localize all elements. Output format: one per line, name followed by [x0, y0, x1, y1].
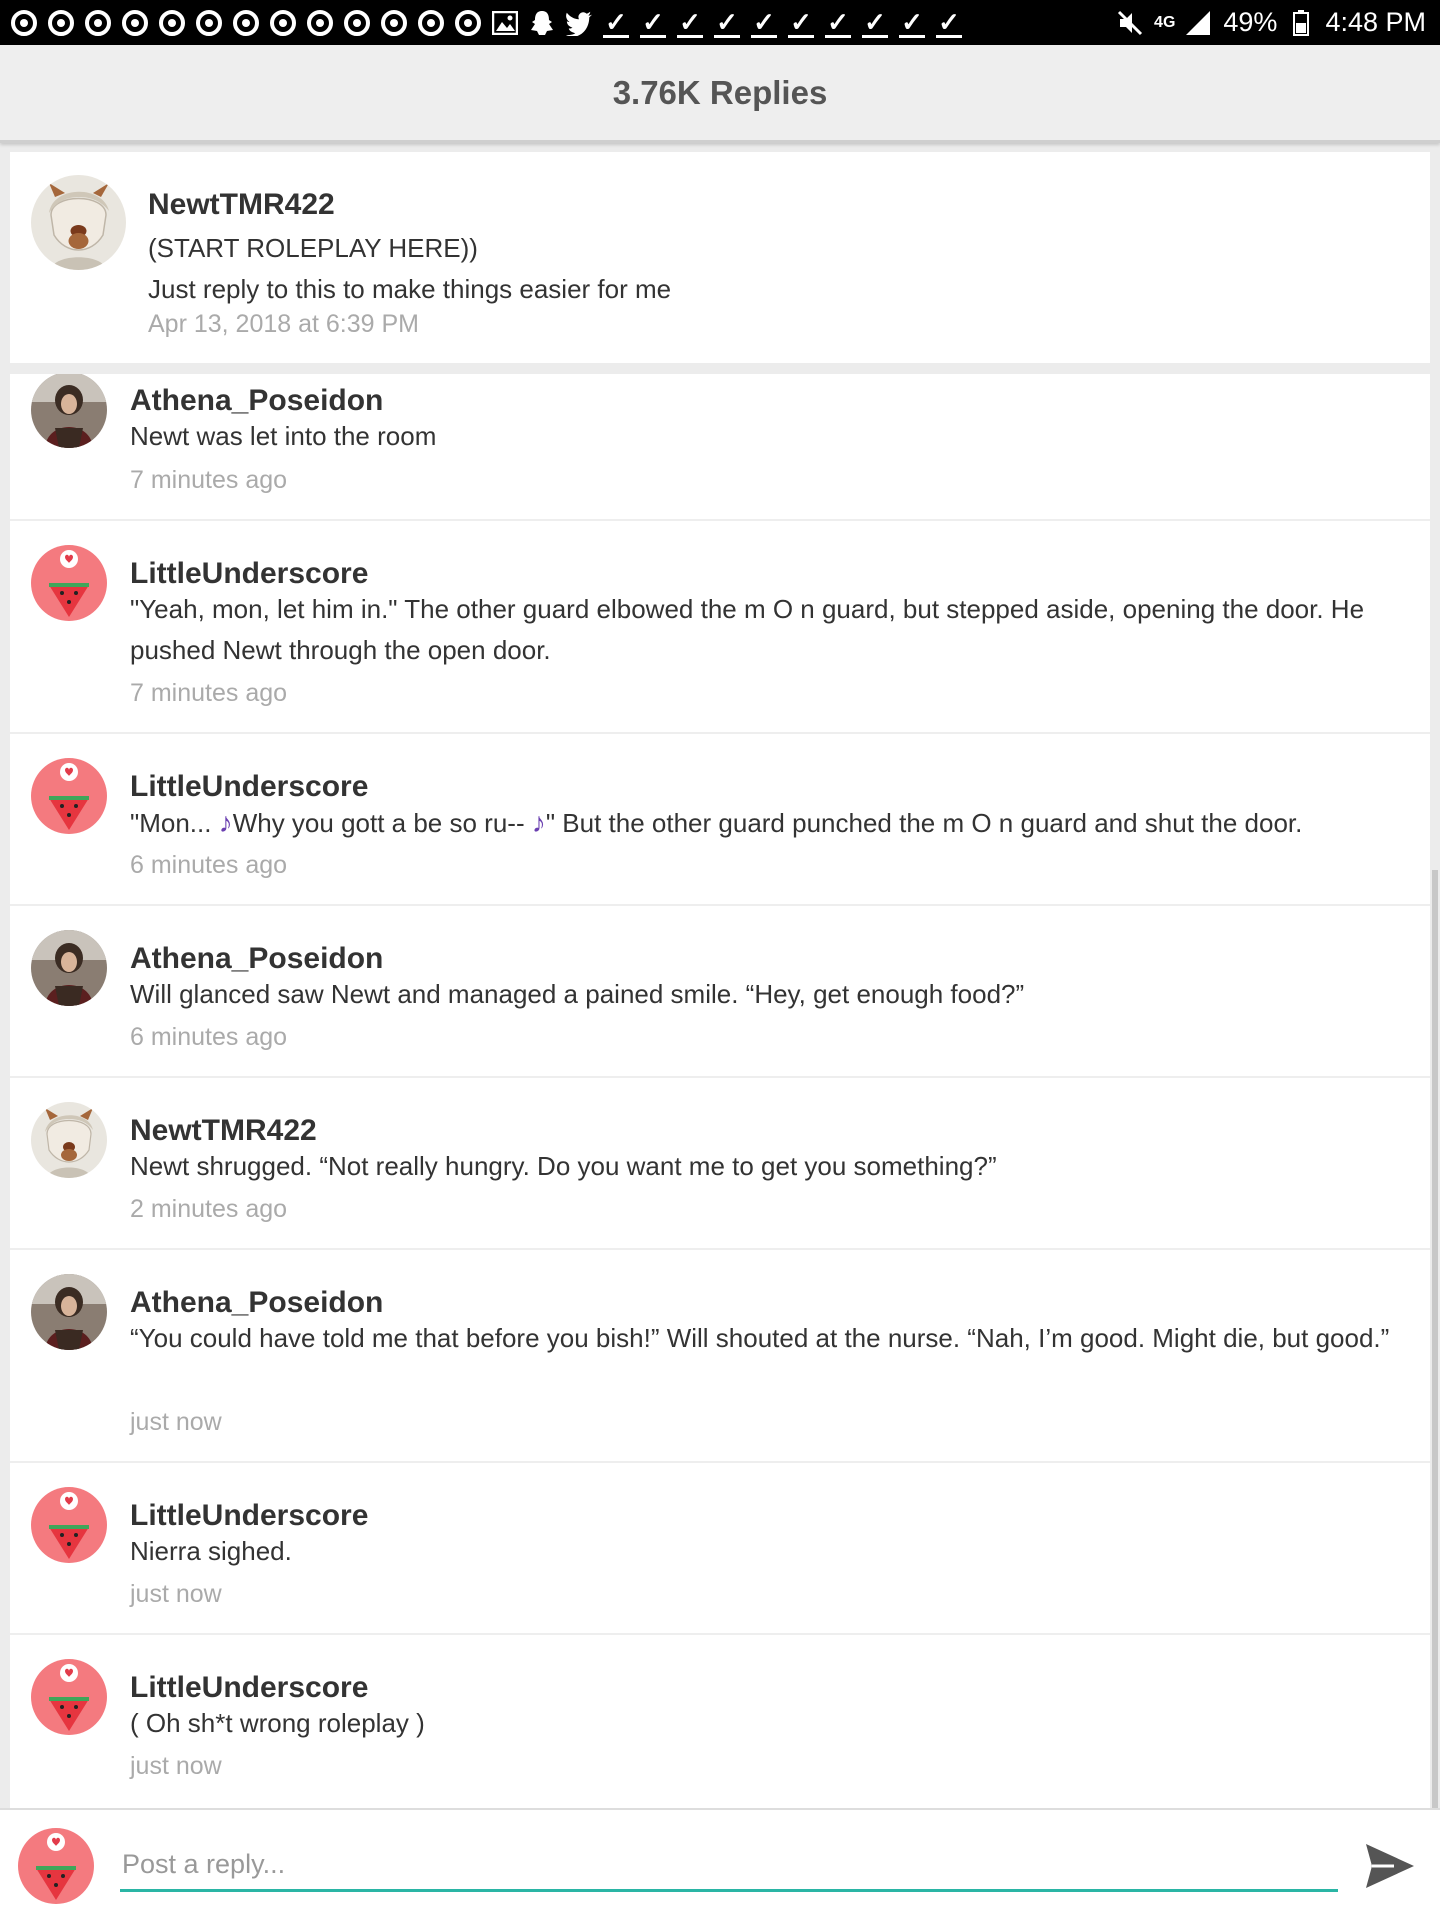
- list-item: LittleUnderscore "Mon... ♪Why you gott a…: [10, 734, 1430, 906]
- reply-input[interactable]: [120, 1840, 1338, 1892]
- chrome-notification-icon: [47, 9, 75, 37]
- original-post: NewtTMR422 (START ROLEPLAY HERE)) Just r…: [10, 152, 1430, 363]
- list-item: Athena_Poseidon Newt was let into the ro…: [10, 374, 1430, 521]
- list-item: LittleUnderscore ( Oh sh*t wrong rolepla…: [10, 1635, 1430, 1807]
- mute-icon: [1116, 9, 1144, 37]
- watermelon-avatar[interactable]: [31, 1659, 107, 1735]
- reply-author[interactable]: LittleUnderscore: [130, 1671, 368, 1705]
- reply-composer: [0, 1808, 1440, 1920]
- athena-avatar[interactable]: [31, 374, 107, 448]
- download-check-icon: ✓: [824, 8, 852, 38]
- reply-author[interactable]: Athena_Poseidon: [130, 942, 383, 976]
- reply-text: ( Oh sh*t wrong roleplay ): [130, 1708, 425, 1738]
- reply-author[interactable]: LittleUnderscore: [130, 557, 368, 591]
- chrome-notification-icon: [232, 9, 260, 37]
- watermelon-avatar[interactable]: [31, 545, 107, 621]
- gallery-icon: [491, 9, 519, 37]
- reply-timestamp: 7 minutes ago: [130, 466, 288, 494]
- download-check-icon: ✓: [713, 8, 741, 38]
- post-author[interactable]: NewtTMR422: [148, 188, 335, 222]
- athena-avatar[interactable]: [31, 930, 107, 1006]
- signal-icon: [1185, 9, 1213, 37]
- chrome-notification-icon: [343, 9, 371, 37]
- download-check-icon: ✓: [787, 8, 815, 38]
- list-item: NewtTMR422 Newt shrugged. “Not really hu…: [10, 1078, 1430, 1250]
- reply-author[interactable]: Athena_Poseidon: [130, 1286, 383, 1320]
- network-type: 4G: [1154, 13, 1176, 31]
- system-indicators: 4G 49% 4:48 PM: [1116, 7, 1426, 38]
- reply-timestamp: 2 minutes ago: [130, 1195, 288, 1223]
- replies-header: 3.76K Replies: [0, 45, 1440, 143]
- chrome-notification-icon: [306, 9, 334, 37]
- reply-text-part: Why you gott a be so ru--: [232, 808, 532, 838]
- snapchat-icon: [528, 9, 556, 37]
- chrome-notification-icon: [195, 9, 223, 37]
- reply-text: Newt shrugged. “Not really hungry. Do yo…: [130, 1151, 997, 1181]
- reply-text: Will glanced saw Newt and managed a pain…: [130, 979, 1025, 1009]
- chrome-notification-icon: [10, 9, 38, 37]
- battery-icon: [1287, 9, 1315, 37]
- download-check-icon: ✓: [898, 8, 926, 38]
- list-item: LittleUnderscore Nierra sighed. just now: [10, 1463, 1430, 1635]
- send-icon: [1366, 1844, 1414, 1888]
- reply-author[interactable]: LittleUnderscore: [130, 1499, 368, 1533]
- music-note-icon: ♪: [531, 807, 546, 838]
- list-item: Athena_Poseidon “You could have told me …: [10, 1250, 1430, 1463]
- twitter-icon: [565, 9, 593, 37]
- post-text-line: Just reply to this to make things easier…: [148, 274, 672, 304]
- list-item: Athena_Poseidon Will glanced saw Newt an…: [10, 906, 1430, 1078]
- download-check-icon: ✓: [750, 8, 778, 38]
- newt-avatar[interactable]: [31, 1102, 107, 1178]
- reply-author[interactable]: Athena_Poseidon: [130, 384, 383, 418]
- battery-percent: 49%: [1223, 7, 1278, 37]
- download-check-icon: ✓: [676, 8, 704, 38]
- download-check-icon: ✓: [935, 8, 963, 38]
- reply-timestamp: just now: [130, 1408, 222, 1436]
- athena-avatar[interactable]: [31, 1274, 107, 1350]
- scrollbar[interactable]: [1432, 870, 1438, 1808]
- reply-text: Nierra sighed.: [130, 1536, 292, 1566]
- reply-author[interactable]: LittleUnderscore: [130, 770, 368, 804]
- list-item: LittleUnderscore "Yeah, mon, let him in.…: [10, 521, 1430, 734]
- download-check-icon: ✓: [861, 8, 889, 38]
- download-check-icon: ✓: [639, 8, 667, 38]
- chrome-notification-icon: [417, 9, 445, 37]
- reply-timestamp: just now: [130, 1580, 222, 1608]
- reply-timestamp: 6 minutes ago: [130, 1023, 288, 1051]
- chrome-notification-icon: [84, 9, 112, 37]
- newt-avatar[interactable]: [31, 175, 126, 270]
- chrome-notification-icon: [158, 9, 186, 37]
- clock: 4:48 PM: [1325, 7, 1426, 37]
- reply-timestamp: just now: [130, 1752, 222, 1780]
- reply-author[interactable]: NewtTMR422: [130, 1114, 317, 1148]
- watermelon-avatar: [18, 1828, 94, 1904]
- download-check-icon: ✓: [602, 8, 630, 38]
- reply-text: "Mon... ♪Why you gott a be so ru-- ♪" Bu…: [130, 802, 1410, 844]
- chrome-notification-icon: [454, 9, 482, 37]
- post-timestamp: Apr 13, 2018 at 6:39 PM: [148, 310, 420, 338]
- reply-text: "Yeah, mon, let him in." The other guard…: [130, 594, 1365, 665]
- post-text-line: (START ROLEPLAY HERE)): [148, 233, 478, 263]
- status-bar: ✓ ✓ ✓ ✓ ✓ ✓ ✓ ✓ ✓ ✓ 4G 49% 4:48 PM: [0, 0, 1440, 45]
- reply-list[interactable]: Athena_Poseidon Newt was let into the ro…: [10, 374, 1430, 1808]
- watermelon-avatar[interactable]: [31, 758, 107, 834]
- send-button[interactable]: [1362, 1840, 1418, 1892]
- reply-timestamp: 7 minutes ago: [130, 679, 288, 707]
- page-title: 3.76K Replies: [612, 73, 828, 111]
- reply-text-part: "Mon...: [130, 808, 219, 838]
- reply-text-part: " But the other guard punched the m O n …: [545, 808, 1303, 838]
- chrome-notification-icon: [269, 9, 297, 37]
- music-note-icon: ♪: [218, 807, 233, 838]
- reply-text: Newt was let into the room: [130, 421, 437, 451]
- chrome-notification-icon: [380, 9, 408, 37]
- chrome-notification-icon: [121, 9, 149, 37]
- reply-text: “You could have told me that before you …: [130, 1323, 1390, 1353]
- watermelon-avatar[interactable]: [31, 1487, 107, 1563]
- notification-icons: ✓ ✓ ✓ ✓ ✓ ✓ ✓ ✓ ✓ ✓: [10, 8, 963, 38]
- reply-timestamp: 6 minutes ago: [130, 851, 288, 879]
